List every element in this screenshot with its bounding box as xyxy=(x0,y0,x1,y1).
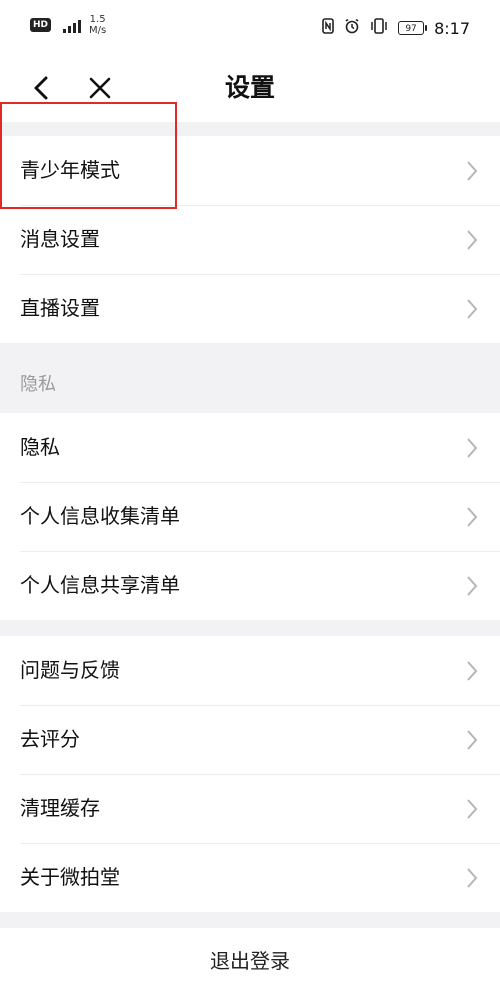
settings-item-clear-cache[interactable]: 清理缓存 xyxy=(0,774,500,843)
settings-item-info-sharing-list[interactable]: 个人信息共享清单 xyxy=(0,551,500,620)
settings-item-label: 关于微拍堂 xyxy=(20,865,120,889)
chevron-right-icon xyxy=(467,507,478,527)
chevron-right-icon xyxy=(467,799,478,819)
settings-group-privacy: 隐私 个人信息收集清单 个人信息共享清单 xyxy=(0,413,500,620)
settings-group-general: 青少年模式 消息设置 直播设置 xyxy=(0,136,500,343)
status-bar: HD 1.5 M/s 97 8:17 xyxy=(0,0,500,56)
chevron-right-icon xyxy=(467,661,478,681)
settings-item-label: 青少年模式 xyxy=(20,158,120,182)
alarm-icon xyxy=(344,18,360,38)
page-title: 设置 xyxy=(224,73,275,102)
vibrate-icon xyxy=(370,18,388,38)
network-speed-value: 1.5 xyxy=(89,14,106,25)
battery-icon: 97 xyxy=(398,21,428,35)
settings-item-info-collection-list[interactable]: 个人信息收集清单 xyxy=(0,482,500,551)
chevron-right-icon xyxy=(467,438,478,458)
settings-item-teen-mode[interactable]: 青少年模式 xyxy=(0,136,500,205)
chevron-right-icon xyxy=(467,868,478,888)
chevron-right-icon xyxy=(467,576,478,596)
settings-item-label: 隐私 xyxy=(20,435,60,459)
settings-item-about[interactable]: 关于微拍堂 xyxy=(0,843,500,912)
settings-item-label: 直播设置 xyxy=(20,296,100,320)
hd-icon: HD xyxy=(30,18,52,32)
chevron-right-icon xyxy=(467,161,478,181)
settings-item-label: 个人信息收集清单 xyxy=(20,504,180,528)
status-time: 8:17 xyxy=(434,18,470,38)
status-left: HD 1.5 M/s xyxy=(30,14,106,36)
settings-item-live-settings[interactable]: 直播设置 xyxy=(0,274,500,343)
settings-item-label: 去评分 xyxy=(20,727,80,751)
settings-item-rate[interactable]: 去评分 xyxy=(0,705,500,774)
settings-item-feedback[interactable]: 问题与反馈 xyxy=(0,636,500,705)
signal-icon xyxy=(59,17,82,33)
settings-item-label: 消息设置 xyxy=(20,227,100,251)
settings-item-message-settings[interactable]: 消息设置 xyxy=(0,205,500,274)
logout-label: 退出登录 xyxy=(210,949,290,973)
chevron-right-icon xyxy=(467,230,478,250)
nfc-icon xyxy=(322,18,334,38)
network-speed: 1.5 M/s xyxy=(89,14,106,36)
settings-group-other: 问题与反馈 去评分 清理缓存 关于微拍堂 xyxy=(0,636,500,912)
logout-button[interactable]: 退出登录 xyxy=(0,928,500,994)
settings-item-label: 问题与反馈 xyxy=(20,658,120,682)
chevron-right-icon xyxy=(467,730,478,750)
settings-item-label: 个人信息共享清单 xyxy=(20,573,180,597)
nav-bar: 设置 xyxy=(0,56,500,122)
status-right: 97 8:17 xyxy=(322,18,470,38)
section-header-privacy: 隐私 xyxy=(20,374,56,395)
network-speed-unit: M/s xyxy=(89,25,107,36)
settings-item-label: 清理缓存 xyxy=(20,796,100,820)
settings-item-privacy[interactable]: 隐私 xyxy=(0,413,500,482)
chevron-right-icon xyxy=(467,299,478,319)
